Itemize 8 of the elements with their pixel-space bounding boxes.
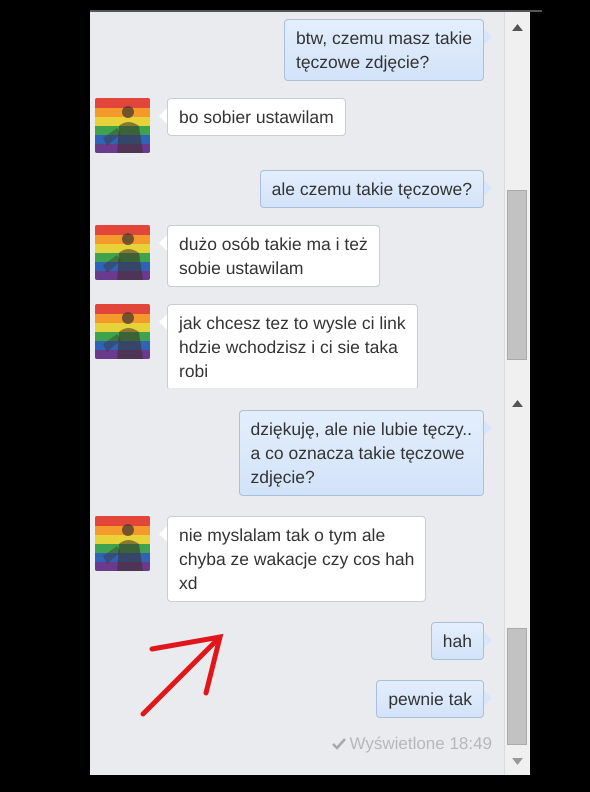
scroll-up-icon[interactable]	[512, 24, 523, 31]
check-icon	[332, 738, 346, 750]
scroll-down-icon[interactable]	[512, 758, 523, 765]
scrollbar-thumb[interactable]	[507, 628, 527, 745]
scrollbar[interactable]	[504, 12, 530, 388]
scrollbar-thumb[interactable]	[507, 190, 527, 360]
scrollbar[interactable]	[504, 388, 530, 775]
scroll-up-icon[interactable]	[512, 400, 523, 407]
